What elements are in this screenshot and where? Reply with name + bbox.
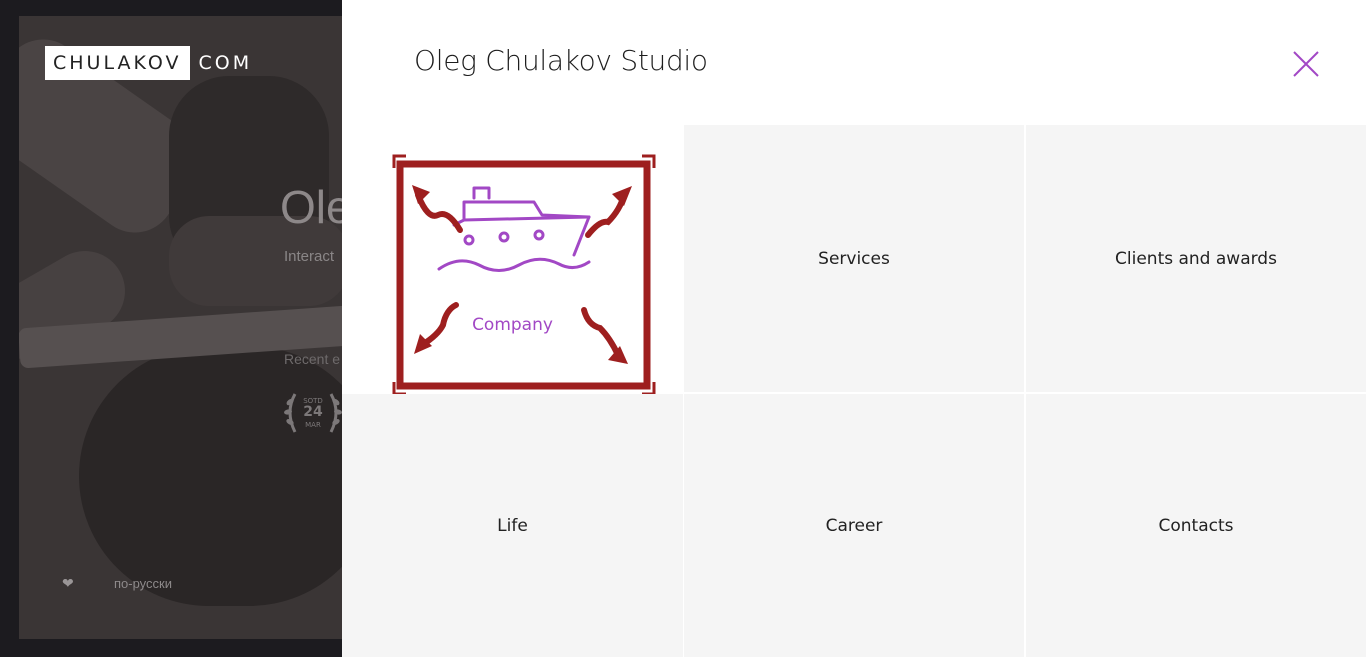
logo-box: CHULAKOV [45,46,190,80]
menu-item-label: Clients and awards [1115,248,1277,269]
menu-item-label: Life [497,515,528,536]
badge-day: 24 [303,404,323,420]
background-title: Ole [280,181,352,233]
menu-title: Oleg Chulakov Studio [414,44,708,77]
background-subtitle: Interact [284,248,335,265]
ship-icon [437,186,591,272]
background-recent-label: Recent e [284,351,341,367]
site-logo[interactable]: CHULAKOV COM [45,46,252,80]
close-icon[interactable] [1292,50,1320,78]
award-badge: SOTD 24 MAR [281,380,345,444]
menu-item-label: Services [818,248,890,269]
menu-item-label: Company [472,315,553,335]
logo-suffix: COM [198,52,253,74]
menu-item-career[interactable]: Career [684,394,1024,657]
menu-item-company[interactable]: Company [342,125,683,396]
menu-item-label: Contacts [1158,515,1234,536]
menu-item-clients-and-awards[interactable]: Clients and awards [1026,125,1366,392]
menu-item-label: Career [825,515,883,536]
menu-item-life[interactable]: Life [342,394,683,657]
menu-item-contacts[interactable]: Contacts [1026,394,1366,657]
badge-month: MAR [305,421,321,429]
menu-grid: Company Services Clients and awards Life… [342,125,1366,657]
menu-overlay: Oleg Chulakov Studio Company Services Cl… [342,0,1366,657]
language-link[interactable]: по-русски [114,576,172,591]
menu-item-services[interactable]: Services [684,125,1024,392]
menu-header: Oleg Chulakov Studio [342,0,1366,125]
heart-icon[interactable]: ❤ [62,576,74,592]
